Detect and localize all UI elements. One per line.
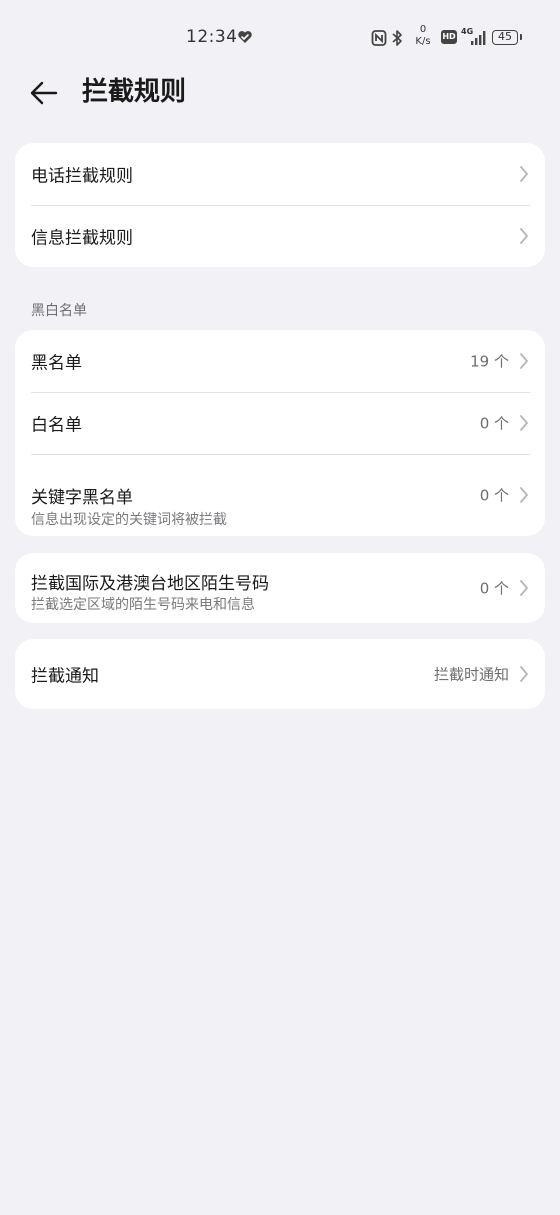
lists-card: 黑名单 19 个 白名单 0 个 关键字黑名单 信息出现设定的关键词将被拦截 0…: [15, 330, 545, 536]
message-block-rules-label: 信息拦截规则: [31, 228, 133, 249]
international-block-subtitle: 拦截选定区域的陌生号码来电和信息: [31, 597, 255, 613]
chevron-right-icon: [520, 666, 528, 682]
blacklist-item[interactable]: 黑名单 19 个: [15, 330, 545, 392]
page-title: 拦截规则: [82, 77, 187, 107]
status-bar: 12:34 0 K/s HD 4G 45: [0, 0, 560, 76]
network-speed: 0 K/s: [415, 24, 431, 47]
whitelist-count: 0 个: [479, 414, 509, 433]
hd-voice-icon: HD: [441, 30, 457, 44]
international-block-label: 拦截国际及港澳台地区陌生号码: [31, 574, 269, 594]
blacklist-count: 19 个: [470, 352, 509, 371]
section-label-lists: 黑白名单: [31, 303, 87, 319]
whitelist-label: 白名单: [31, 415, 82, 436]
nfc-icon: [371, 30, 387, 46]
keyword-blacklist-item[interactable]: 关键字黑名单 信息出现设定的关键词将被拦截 0 个: [15, 454, 545, 536]
signal-strength-icon: [471, 31, 486, 45]
health-heart-icon: [238, 31, 252, 43]
international-block-count: 0 个: [479, 579, 509, 598]
whitelist-item[interactable]: 白名单 0 个: [15, 392, 545, 454]
international-card: 拦截国际及港澳台地区陌生号码 拦截选定区域的陌生号码来电和信息 0 个: [15, 553, 545, 623]
keyword-blacklist-subtitle: 信息出现设定的关键词将被拦截: [31, 512, 227, 528]
international-block-item[interactable]: 拦截国际及港澳台地区陌生号码 拦截选定区域的陌生号码来电和信息 0 个: [15, 553, 545, 623]
chevron-right-icon: [520, 487, 528, 503]
message-block-rules-item[interactable]: 信息拦截规则: [15, 205, 545, 267]
chevron-right-icon: [520, 166, 528, 182]
status-time: 12:34: [186, 27, 238, 47]
keyword-blacklist-label: 关键字黑名单: [31, 488, 133, 508]
chevron-right-icon: [520, 415, 528, 431]
keyword-blacklist-count: 0 个: [479, 486, 509, 505]
notify-card: 拦截通知 拦截时通知: [15, 639, 545, 709]
page-header: 拦截规则: [0, 72, 560, 112]
chevron-right-icon: [520, 353, 528, 369]
battery-icon: 45: [492, 30, 522, 45]
blacklist-label: 黑名单: [31, 353, 82, 374]
back-arrow-icon[interactable]: [28, 76, 62, 110]
call-block-rules-item[interactable]: 电话拦截规则: [15, 143, 545, 205]
call-block-rules-label: 电话拦截规则: [31, 166, 133, 187]
chevron-right-icon: [520, 580, 528, 596]
chevron-right-icon: [520, 228, 528, 244]
block-notification-item[interactable]: 拦截通知 拦截时通知: [15, 639, 545, 709]
bluetooth-icon: [392, 30, 402, 46]
rules-card: 电话拦截规则 信息拦截规则: [15, 143, 545, 267]
block-notification-value: 拦截时通知: [433, 665, 509, 684]
block-notification-label: 拦截通知: [31, 666, 99, 687]
